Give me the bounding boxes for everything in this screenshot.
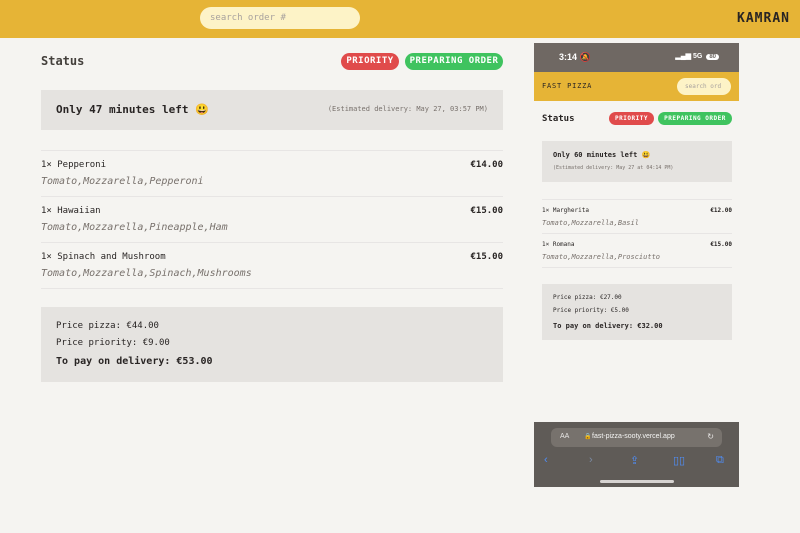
back-icon[interactable]: ‹ — [544, 454, 548, 466]
order-items-list: 1× Pepperoni €14.00 Tomato,Mozzarella,Pe… — [41, 150, 503, 289]
mobile-estimated-delivery: (Estimated delivery: May 27 at 04:14 PM) — [553, 165, 674, 171]
price-summary: Price pizza: €44.00 Price priority: €9.0… — [41, 307, 503, 382]
url-text: fast-pizza-sooty.vercel.app — [592, 433, 675, 440]
price-pizza: Price pizza: €44.00 — [56, 321, 159, 331]
item-price: €15.00 — [710, 241, 732, 248]
item-ingredients: Tomato,Mozzarella,Pineapple,Ham — [41, 222, 228, 233]
status-title: Status — [41, 54, 85, 68]
mobile-order-items-list: 1× Margherita €12.00 Tomato,Mozzarella,B… — [542, 199, 732, 268]
forward-icon[interactable]: › — [589, 454, 593, 466]
item-name: 1× Spinach and Mushroom — [41, 252, 166, 262]
item-ingredients: Tomato,Mozzarella,Basil — [542, 219, 639, 227]
eta-text: Only 47 minutes left 😃 — [56, 103, 209, 116]
mobile-priority-badge: PRIORITY — [609, 112, 654, 125]
username: KAMRAN — [737, 11, 790, 26]
order-item: 1× Pepperoni €14.00 Tomato,Mozzarella,Pe… — [41, 151, 503, 197]
address-bar[interactable]: AA 🔒 fast-pizza-sooty.vercel.app ↻ — [551, 428, 722, 447]
tabs-icon[interactable]: ⧉ — [716, 454, 724, 467]
lock-icon: 🔒 — [584, 434, 592, 440]
estimated-delivery: (Estimated delivery: May 27, 03:57 PM) — [327, 105, 488, 113]
signal-icon: ▂▄▆ — [675, 53, 692, 60]
mobile-preparing-order-badge: PREPARING ORDER — [658, 112, 732, 125]
pay-on-delivery-total: To pay on delivery: €32.00 — [553, 322, 663, 330]
preparing-order-badge: PREPARING ORDER — [405, 53, 503, 70]
mobile-price-summary: Price pizza: €27.00 Price priority: €5.0… — [542, 284, 732, 340]
status-time: 3:14 🔕 — [559, 52, 591, 62]
bookmarks-icon[interactable]: ▯▯ — [673, 454, 685, 467]
home-indicator — [600, 480, 674, 483]
bell-mute-icon: 🔕 — [579, 52, 591, 62]
battery-icon: 80 — [706, 54, 719, 60]
item-name: 1× Pepperoni — [41, 160, 107, 170]
item-name: 1× Margherita — [542, 207, 589, 214]
price-priority: Price priority: €5.00 — [553, 307, 629, 314]
network-label: 5G — [693, 53, 703, 60]
search-order-input[interactable] — [200, 7, 360, 29]
eta-panel: Only 47 minutes left 😃 (Estimated delive… — [41, 90, 503, 130]
price-priority: Price priority: €9.00 — [56, 338, 170, 348]
item-price: €14.00 — [470, 160, 503, 170]
logo[interactable]: FAST PIZZA — [542, 82, 592, 90]
mobile-search-input[interactable] — [677, 78, 731, 95]
app-header: KAMRAN — [0, 0, 800, 38]
item-price: €15.00 — [470, 252, 503, 262]
reader-settings-button[interactable]: AA — [560, 433, 569, 440]
order-item: 1× Romana €15.00 Tomato,Mozzarella,Prosc… — [542, 234, 732, 268]
safari-toolbar: AA 🔒 fast-pizza-sooty.vercel.app ↻ ‹ › ⇪… — [534, 422, 739, 487]
item-ingredients: Tomato,Mozzarella,Prosciutto — [542, 253, 661, 261]
order-item: 1× Hawaiian €15.00 Tomato,Mozzarella,Pin… — [41, 197, 503, 243]
mobile-preview: 3:14 🔕 ▂▄▆ 5G 80 FAST PIZZA Status PRIOR… — [534, 43, 739, 487]
pay-on-delivery-total: To pay on delivery: €53.00 — [56, 356, 213, 367]
item-price: €12.00 — [710, 207, 732, 214]
mobile-status-title: Status — [542, 114, 575, 124]
reload-icon[interactable]: ↻ — [707, 432, 714, 441]
priority-badge: PRIORITY — [341, 53, 399, 70]
mobile-eta-panel: Only 60 minutes left 😃 (Estimated delive… — [542, 141, 732, 182]
mobile-eta-text: Only 60 minutes left 😃 — [553, 151, 651, 159]
system-indicators: ▂▄▆ 5G 80 — [675, 52, 719, 60]
item-ingredients: Tomato,Mozzarella,Pepperoni — [41, 176, 204, 187]
item-price: €15.00 — [470, 206, 503, 216]
mobile-app-header: FAST PIZZA — [534, 72, 739, 101]
item-ingredients: Tomato,Mozzarella,Spinach,Mushrooms — [41, 268, 252, 279]
share-icon[interactable]: ⇪ — [630, 454, 639, 467]
order-item: 1× Spinach and Mushroom €15.00 Tomato,Mo… — [41, 243, 503, 289]
price-pizza: Price pizza: €27.00 — [553, 294, 622, 301]
item-name: 1× Hawaiian — [41, 206, 101, 216]
ios-status-bar: 3:14 🔕 ▂▄▆ 5G 80 — [534, 43, 739, 72]
order-item: 1× Margherita €12.00 Tomato,Mozzarella,B… — [542, 200, 732, 234]
item-name: 1× Romana — [542, 241, 575, 248]
